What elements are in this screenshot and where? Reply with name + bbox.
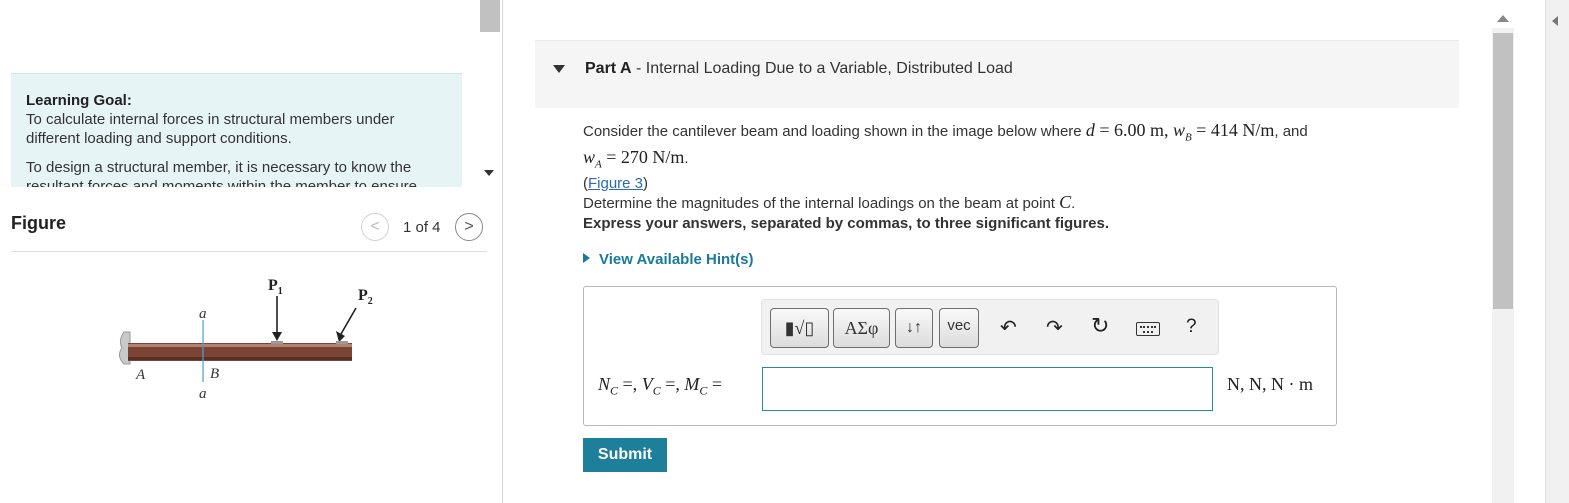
view-hints-link[interactable]: View Available Hint(s) <box>583 251 754 268</box>
left-scrollbar-thumb[interactable] <box>480 0 500 32</box>
beam-figure[interactable]: a a A B P1 P2 <box>110 270 400 410</box>
scroll-up-icon[interactable] <box>1497 15 1509 22</box>
undo-icon[interactable]: ↶ <box>1000 315 1017 340</box>
question-line-1: Consider the cantilever beam and loading… <box>583 120 1308 144</box>
left-pane: Learning Goal: To calculate internal for… <box>0 0 502 503</box>
learning-goal-title: Learning Goal: <box>26 92 132 109</box>
left-scroll-down-icon[interactable] <box>484 170 494 176</box>
redo-icon[interactable]: ↷ <box>1046 315 1063 340</box>
submit-button[interactable]: Submit <box>583 438 667 472</box>
next-figure-button[interactable]: > <box>455 213 483 241</box>
figure-title: Figure <box>11 213 67 233</box>
learning-goal-panel: Learning Goal: To calculate internal for… <box>11 73 462 187</box>
label-p1: P1 <box>268 277 283 297</box>
learning-goal-text-2: To design a structural member, it is nec… <box>26 159 418 187</box>
greek-symbols-button[interactable]: ΑΣφ <box>833 308 890 348</box>
scroll-left-icon[interactable] <box>1552 16 1558 26</box>
label-B: B <box>210 366 219 382</box>
question-text: Consider the cantilever beam and loading… <box>583 121 1443 213</box>
question-line-2: wA = 270 N/m. <box>583 146 689 171</box>
figure-3-link[interactable]: Figure 3 <box>588 175 643 192</box>
label-p2: P2 <box>358 287 373 307</box>
outer-scrollbar[interactable] <box>1545 0 1569 503</box>
part-name: Internal Loading Due to a Variable, Dist… <box>645 60 1013 77</box>
pane-divider[interactable] <box>502 0 503 503</box>
figure-link-line: (Figure 3) <box>583 175 649 193</box>
figure-header: Figure < 1 of 4 > <box>11 212 487 252</box>
help-icon[interactable]: ? <box>1186 316 1197 338</box>
label-a-bottom: a <box>199 386 207 402</box>
answer-instruction: Express your answers, separated by comma… <box>583 215 1110 232</box>
reset-icon[interactable]: ↻ <box>1091 313 1109 339</box>
right-scrollbar-thumb[interactable] <box>1493 33 1513 309</box>
answer-box: ▮√▯ ΑΣφ ↓↑ vec ↶ ↷ ↻ ? NC =, VC =, MC = … <box>583 286 1337 426</box>
arrows-button[interactable]: ↓↑ <box>895 308 933 348</box>
part-a-header[interactable]: Part A - Internal Loading Due to a Varia… <box>535 40 1459 108</box>
math-toolbar: ▮√▯ ΑΣφ ↓↑ vec ↶ ↷ ↻ ? <box>761 299 1219 355</box>
figure-counter: 1 of 4 <box>403 219 441 236</box>
collapse-caret-icon[interactable] <box>553 65 565 73</box>
question-task: Determine the magnitudes of the internal… <box>583 192 1076 213</box>
answer-units: N, N, N · m <box>1227 374 1313 394</box>
part-label: Part A <box>585 60 632 77</box>
learning-goal-text: To calculate internal forces in structur… <box>26 111 395 147</box>
templates-button[interactable]: ▮√▯ <box>770 308 829 348</box>
answer-label: NC =, VC =, MC = <box>598 374 723 398</box>
answer-input[interactable] <box>762 367 1213 411</box>
label-A: A <box>135 367 146 383</box>
p2-arrow <box>340 307 357 335</box>
label-a-top: a <box>199 306 207 322</box>
keyboard-icon[interactable] <box>1136 322 1160 336</box>
previous-figure-button[interactable]: < <box>361 213 389 241</box>
vector-button[interactable]: vec <box>939 308 979 348</box>
expand-caret-icon <box>583 253 590 263</box>
part-title: Part A - Internal Loading Due to a Varia… <box>585 60 1013 77</box>
